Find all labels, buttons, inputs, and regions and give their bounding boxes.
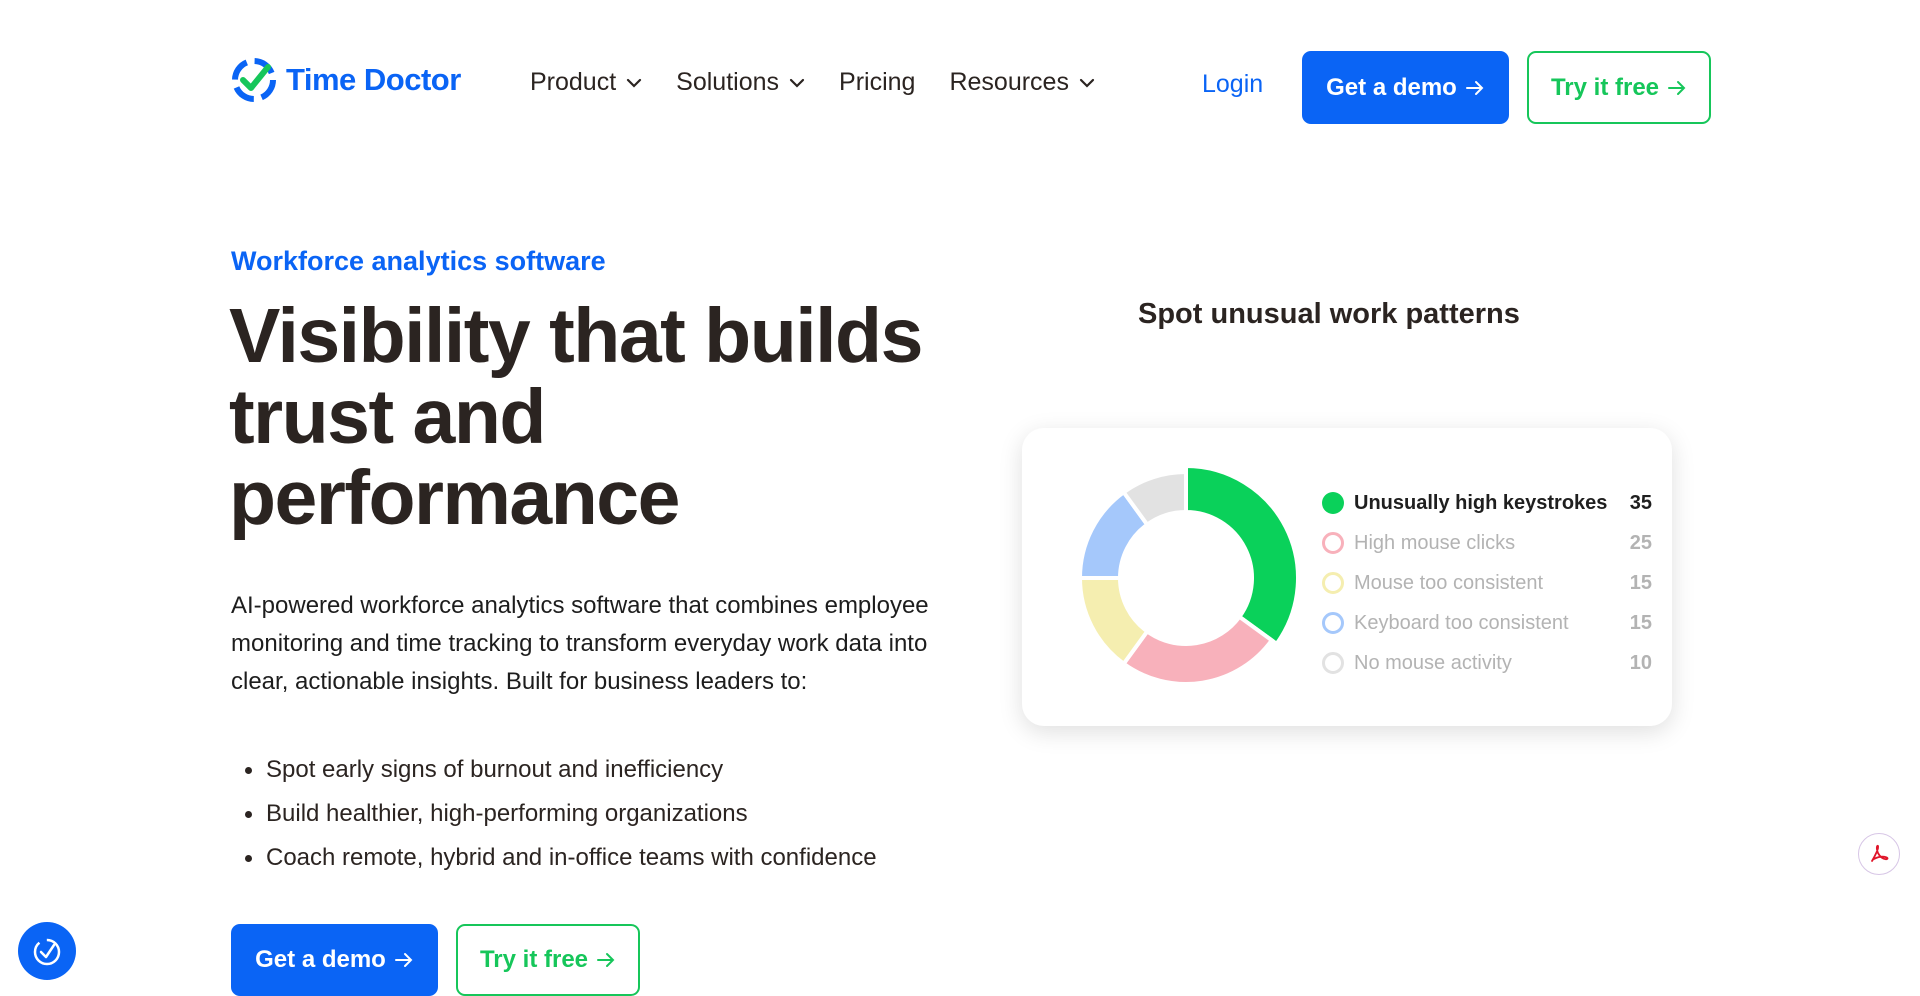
legend-value: 25 [1629,531,1652,554]
pdf-icon [1871,844,1889,862]
hero-bullet-list: Spot early signs of burnout and ineffici… [241,748,877,880]
legend-label: Mouse too consistent [1354,571,1543,594]
pdf-button[interactable] [1858,833,1900,875]
legend-item[interactable]: High mouse clicks 25 [1322,523,1652,563]
nav-item-resources[interactable]: Resources [949,68,1095,97]
nav-item-pricing[interactable]: Pricing [839,68,915,97]
arrow-right-icon [1668,80,1686,95]
nav-item-label: Product [530,68,617,96]
time-doctor-logo-icon [232,58,276,102]
legend-item[interactable]: Mouse too consistent 15 [1322,563,1652,603]
header-get-demo-button[interactable]: Get a demo [1302,51,1509,124]
list-item: Build healthier, high-performing organiz… [241,792,877,836]
login-link[interactable]: Login [1202,70,1263,99]
legend-label: Unusually high keystrokes [1354,491,1608,514]
arrow-right-icon [597,953,615,967]
legend-item[interactable]: Unusually high keystrokes 35 [1322,483,1652,523]
legend-label: No mouse activity [1354,651,1512,674]
legend-swatch [1322,652,1344,674]
hero-try-free-button[interactable]: Try it free [456,924,640,996]
legend-label: Keyboard too consistent [1354,611,1569,634]
legend-swatch [1322,532,1344,554]
arrow-right-icon [1465,80,1484,95]
legend-swatch [1322,492,1344,514]
hero-get-demo-button[interactable]: Get a demo [231,924,438,996]
header-try-free-button[interactable]: Try it free [1527,51,1711,124]
brand-name: Time Doctor [286,62,461,97]
arrow-right-icon [394,953,413,967]
legend-value: 10 [1629,651,1652,674]
nav-item-product[interactable]: Product [530,68,642,97]
legend-swatch [1322,572,1344,594]
list-item: Coach remote, hybrid and in-office teams… [241,836,877,880]
button-label: Try it free [1550,73,1660,101]
hero-description: AI-powered workforce analytics software … [231,592,929,695]
button-label: Get a demo [255,946,386,973]
legend-value: 35 [1629,491,1652,514]
chevron-down-icon [1079,78,1095,88]
donut-slice[interactable] [1120,614,1275,686]
legend-item[interactable]: No mouse activity 10 [1322,643,1652,683]
button-label: Get a demo [1326,73,1457,101]
legend-value: 15 [1629,611,1652,634]
chevron-down-icon [627,78,642,88]
hero-eyebrow: Workforce analytics software [231,246,606,276]
chart-title: Spot unusual work patterns [1138,298,1520,330]
nav-item-label: Pricing [839,68,916,96]
chart-legend: Unusually high keystrokes 35 High mouse cl… [1322,483,1652,683]
nav-item-solutions[interactable]: Solutions [676,68,805,97]
hero-headline: Visibility that builds trust and perform… [229,293,923,541]
main-nav: Product Solutions Pricing Resources [530,68,1129,97]
nav-item-label: Solutions [676,68,780,96]
chart-card: Unusually high keystrokes 35 High mouse cl… [1022,428,1672,726]
legend-swatch [1322,612,1344,634]
legend-item[interactable]: Keyboard too consistent 15 [1322,603,1652,643]
chevron-down-icon [789,78,805,88]
donut-chart [1077,463,1300,686]
time-check-widget-button[interactable] [18,922,76,980]
brand-logo[interactable]: Time Doctor [230,56,461,104]
legend-label: High mouse clicks [1354,531,1516,554]
button-label: Try it free [479,946,589,973]
list-item: Spot early signs of burnout and ineffici… [241,748,877,792]
time-check-icon [33,938,61,966]
nav-item-label: Resources [949,68,1069,96]
legend-value: 15 [1629,571,1652,594]
